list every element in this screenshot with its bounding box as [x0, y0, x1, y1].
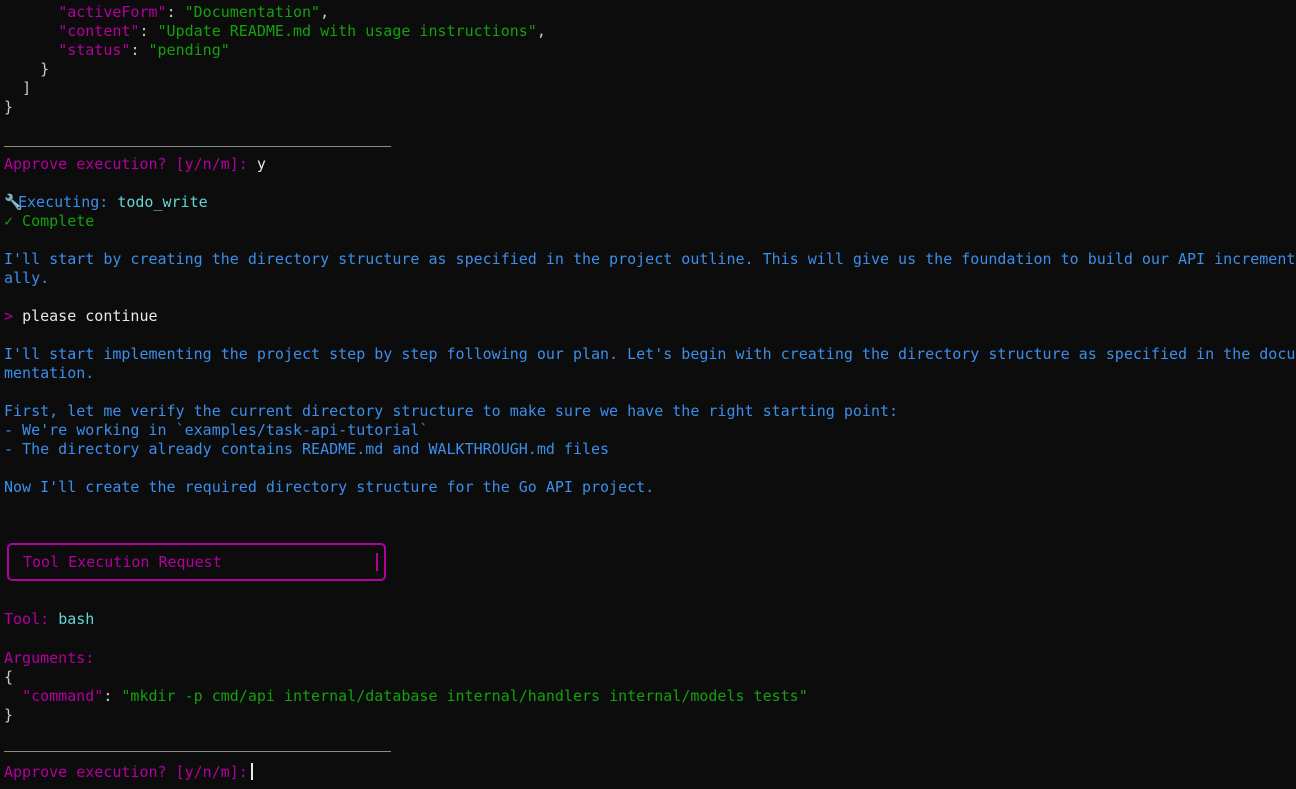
- user-prompt-char: >: [4, 307, 14, 325]
- json-line-activeform: "activeForm": "Documentation",: [58, 3, 330, 21]
- assistant-message-line: - The directory already contains README.…: [4, 440, 610, 458]
- user-message-line: > please continue: [4, 307, 158, 326]
- tool-label: Tool:: [4, 610, 50, 628]
- executing-tool: todo_write: [117, 193, 208, 211]
- args-key: "command": [22, 687, 104, 705]
- approve-answer: y: [256, 155, 266, 173]
- assistant-message-line: First, let me verify the current directo…: [4, 402, 899, 420]
- json-value: "Update README.md with usage instruction…: [157, 22, 537, 40]
- assistant-message-line: I'll start implementing the project step…: [4, 345, 1296, 363]
- separator: [4, 146, 391, 147]
- json-line-status: "status": "pending": [58, 41, 230, 59]
- approve-prompt-line: Approve execution? [y/n/m]: y: [4, 155, 266, 174]
- json-key: "status": [58, 41, 131, 59]
- separator: [4, 751, 391, 752]
- wrench-icon: 🔧: [4, 193, 23, 211]
- json-close-array: ]: [22, 79, 32, 97]
- approve-input-line[interactable]: Approve execution? [y/n/m]:: [4, 763, 253, 782]
- json-close-root: }: [4, 98, 14, 116]
- args-value: "mkdir -p cmd/api internal/database inte…: [121, 687, 808, 705]
- json-key: "content": [58, 22, 140, 40]
- args-close-brace: }: [4, 706, 14, 724]
- tool-request-title: Tool Execution Request: [23, 553, 222, 571]
- json-value: "pending": [148, 41, 230, 59]
- executing-label: Executing:: [18, 193, 109, 211]
- assistant-message-line: I'll start by creating the directory str…: [4, 250, 1296, 268]
- args-open-brace: {: [4, 668, 14, 686]
- box-edge-bar: [376, 553, 378, 571]
- text-cursor: [250, 763, 253, 780]
- user-message: please continue: [22, 307, 158, 325]
- approve-prompt: Approve execution? [y/n/m]:: [4, 155, 248, 173]
- complete-status: ✓ Complete: [4, 212, 95, 230]
- approve-prompt: Approve execution? [y/n/m]:: [4, 763, 248, 781]
- json-key: "activeForm": [58, 3, 167, 21]
- tool-name: bash: [58, 610, 95, 628]
- json-value: "Documentation": [184, 3, 321, 21]
- assistant-message-line: Now I'll create the required directory s…: [4, 478, 655, 496]
- args-command-line: "command": "mkdir -p cmd/api internal/da…: [22, 687, 808, 705]
- tool-line: Tool: bash: [4, 610, 94, 629]
- assistant-message-line: - We're working in `examples/task-api-tu…: [4, 421, 429, 439]
- assistant-message-line: ally.: [4, 269, 50, 287]
- arguments-label: Arguments:: [4, 649, 95, 667]
- assistant-message-line: mentation.: [4, 364, 95, 382]
- tool-request-box: Tool Execution Request: [7, 543, 386, 581]
- json-close-object: }: [40, 60, 50, 78]
- executing-line: 🔧Executing: todo_write: [4, 193, 208, 212]
- json-line-content: "content": "Update README.md with usage …: [58, 22, 546, 40]
